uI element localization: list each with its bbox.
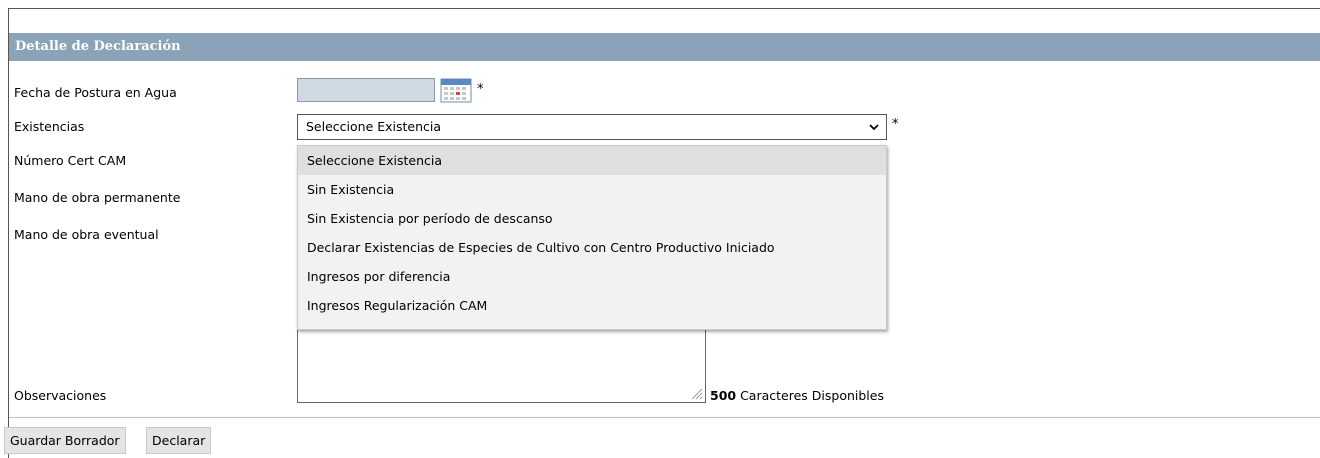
existencias-select[interactable]: Seleccione Existencia xyxy=(297,114,887,140)
chevron-down-icon xyxy=(868,115,880,147)
dropdown-option[interactable]: Sin Existencia xyxy=(298,175,886,204)
divider xyxy=(9,417,1320,418)
fecha-required-marker: * xyxy=(477,82,484,97)
fecha-postura-label: Fecha de Postura en Agua xyxy=(14,85,177,100)
section-header: Detalle de Declaración xyxy=(9,33,1320,61)
calendar-icon[interactable] xyxy=(440,77,473,104)
numero-cert-label: Número Cert CAM xyxy=(14,153,127,168)
remaining-count: 500 xyxy=(710,388,737,403)
fecha-postura-input[interactable] xyxy=(297,78,435,102)
dropdown-option[interactable]: Ingresos por diferencia xyxy=(298,262,886,291)
guardar-borrador-button[interactable]: Guardar Borrador xyxy=(4,427,126,454)
mano-permanente-label: Mano de obra permanente xyxy=(14,190,181,205)
caracteres-disponibles: 500 Caracteres Disponibles xyxy=(710,388,884,403)
mano-eventual-label: Mano de obra eventual xyxy=(14,227,159,242)
observaciones-label: Observaciones xyxy=(14,388,107,403)
dropdown-option[interactable]: Seleccione Existencia xyxy=(298,146,886,175)
existencias-dropdown-list[interactable]: Seleccione Existencia Sin Existencia Sin… xyxy=(297,145,887,330)
existencias-label: Existencias xyxy=(14,119,85,134)
remaining-suffix: Caracteres Disponibles xyxy=(740,388,884,403)
dropdown-option[interactable]: Ingresos Regularización CAM xyxy=(298,291,886,320)
observaciones-textarea[interactable] xyxy=(297,326,706,403)
existencias-selected-value: Seleccione Existencia xyxy=(306,119,442,134)
dropdown-option[interactable]: Declarar Existencias de Especies de Cult… xyxy=(298,233,886,262)
resize-grip-icon[interactable] xyxy=(689,386,703,400)
dropdown-option[interactable]: Sin Existencia por período de descanso xyxy=(298,204,886,233)
existencias-required-marker: * xyxy=(892,117,899,132)
declarar-button[interactable]: Declarar xyxy=(146,427,212,454)
